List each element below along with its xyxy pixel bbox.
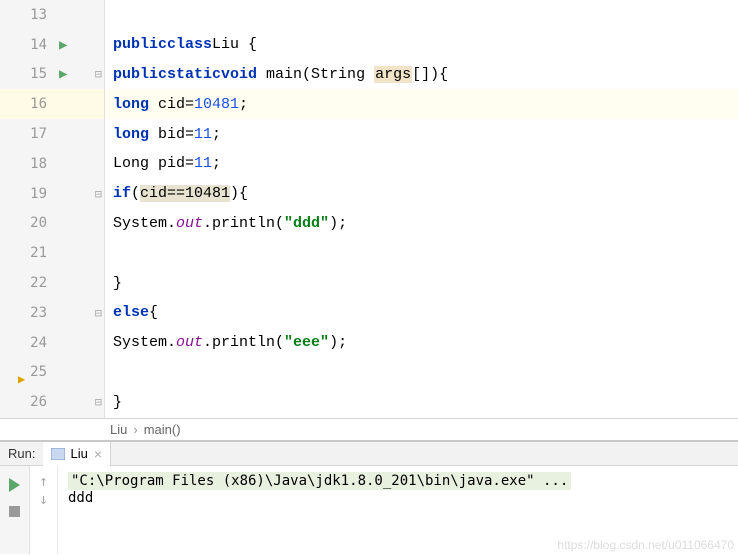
line-number: 22	[0, 275, 55, 291]
console-command: "C:\Program Files (x86)\Java\jdk1.8.0_20…	[68, 472, 571, 490]
breadcrumb-separator-icon: ›	[133, 422, 137, 437]
run-gutter-icon[interactable]: ▶	[59, 37, 67, 53]
play-icon	[9, 478, 20, 492]
code-editor[interactable]: 13 14▶ 15▶⊟ 16 17 18 19⊟ 20 21 22 23⊟ 24…	[0, 0, 738, 418]
run-toolbar	[0, 466, 30, 554]
line-number: 19	[0, 186, 55, 202]
code-line[interactable]: System.out.println("eee");	[105, 328, 738, 358]
line-number: 20	[0, 215, 55, 231]
code-line[interactable]: if(cid==10481){	[105, 179, 738, 209]
code-line[interactable]: long cid=10481;	[105, 89, 738, 119]
close-icon[interactable]: ×	[94, 446, 102, 462]
line-number: 13	[0, 7, 55, 23]
line-number: 23	[0, 305, 55, 321]
code-line[interactable]: public static void main(String args[]){	[105, 60, 738, 90]
gutter: 13 14▶ 15▶⊟ 16 17 18 19⊟ 20 21 22 23⊟ 24…	[0, 0, 105, 418]
code-line[interactable]	[105, 358, 738, 388]
caret-indicator-icon: ▶	[18, 372, 25, 386]
line-number: 15	[0, 66, 55, 82]
breadcrumb[interactable]: Liu › main()	[0, 418, 738, 440]
console-line: ddd	[68, 490, 728, 506]
run-panel-header: Run: Liu ×	[0, 440, 738, 466]
fold-icon[interactable]: ⊟	[95, 395, 102, 409]
line-number: 26	[0, 394, 55, 410]
code-line[interactable]: }	[105, 268, 738, 298]
code-line[interactable]: System.out.println("ddd");	[105, 209, 738, 239]
line-number: 16	[0, 96, 55, 112]
breadcrumb-class[interactable]: Liu	[110, 422, 127, 437]
run-tab[interactable]: Liu ×	[43, 442, 111, 466]
watermark: https://blog.csdn.net/u011066470	[557, 538, 734, 552]
code-line[interactable]	[105, 238, 738, 268]
arrow-up-icon: ↑	[39, 472, 48, 490]
code-line[interactable]: long bid=11;	[105, 119, 738, 149]
arrow-down-icon: ↓	[39, 490, 48, 508]
stop-icon	[9, 506, 20, 517]
run-label: Run:	[0, 446, 43, 461]
rerun-button[interactable]	[9, 472, 20, 498]
line-number: 21	[0, 245, 55, 261]
breadcrumb-method[interactable]: main()	[144, 422, 181, 437]
up-button[interactable]: ↑	[39, 472, 48, 490]
line-number: 24	[0, 335, 55, 351]
fold-icon[interactable]: ⊟	[95, 306, 102, 320]
line-number: 18	[0, 156, 55, 172]
code-area[interactable]: public class Liu { public static void ma…	[105, 0, 738, 418]
down-button[interactable]: ↓	[39, 490, 48, 508]
line-number: 25	[0, 364, 55, 380]
run-tab-label: Liu	[70, 446, 87, 461]
stop-button[interactable]	[9, 498, 20, 524]
line-number: 17	[0, 126, 55, 142]
code-line[interactable]: }	[105, 387, 738, 417]
code-line[interactable]: Long pid=11;	[105, 149, 738, 179]
run-nav-toolbar: ↑ ↓	[30, 466, 58, 554]
run-panel: ↑ ↓ "C:\Program Files (x86)\Java\jdk1.8.…	[0, 466, 738, 554]
console-output[interactable]: "C:\Program Files (x86)\Java\jdk1.8.0_20…	[58, 466, 738, 554]
fold-icon[interactable]: ⊟	[95, 187, 102, 201]
code-line[interactable]: else{	[105, 298, 738, 328]
tab-config-icon	[51, 448, 65, 460]
fold-icon[interactable]: ⊟	[95, 67, 102, 81]
line-number: 14	[0, 37, 55, 53]
code-line[interactable]: public class Liu {	[105, 30, 738, 60]
run-gutter-icon[interactable]: ▶	[59, 66, 67, 82]
code-line[interactable]	[105, 0, 738, 30]
